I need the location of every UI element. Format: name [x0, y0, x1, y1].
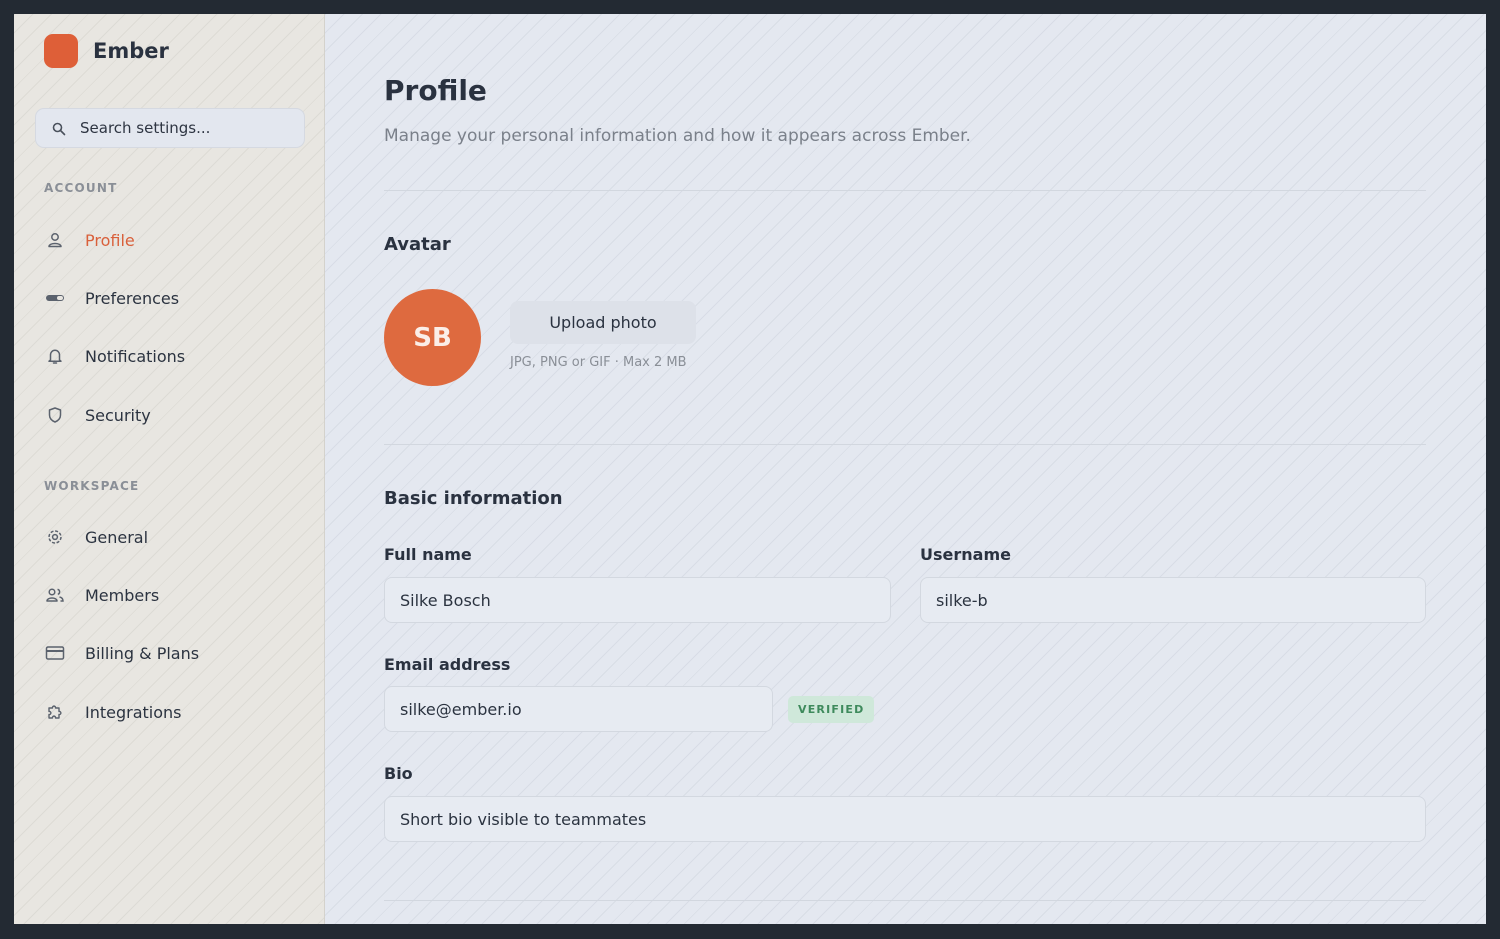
brand: Ember	[44, 34, 169, 68]
credit-card-icon	[44, 642, 66, 664]
sidebar-item-label: General	[85, 527, 149, 547]
sidebar-item-profile[interactable]: Profile	[44, 222, 304, 258]
users-icon	[44, 584, 66, 606]
gear-icon	[44, 526, 66, 548]
sidebar-item-label: Notifications	[85, 346, 186, 366]
full-name-label: Full name	[384, 545, 472, 564]
username-field[interactable]	[920, 577, 1426, 623]
main-content: Profile Manage your personal information…	[325, 14, 1486, 924]
bio-label: Bio	[384, 764, 413, 783]
app-window: Ember ACCOUNT Profile Preferences	[14, 14, 1486, 924]
divider	[384, 444, 1426, 445]
workspace-section-label: WORKSPACE	[44, 479, 140, 493]
sidebar-item-integrations[interactable]: Integrations	[44, 694, 304, 730]
brand-name: Ember	[93, 39, 169, 63]
sidebar-item-label: Billing & Plans	[85, 643, 200, 663]
sidebar: Ember ACCOUNT Profile Preferences	[14, 14, 325, 924]
shield-icon	[44, 404, 66, 426]
divider	[384, 900, 1426, 901]
basic-info-section-title: Basic information	[384, 488, 563, 509]
user-icon	[44, 229, 66, 251]
bio-field[interactable]	[384, 796, 1426, 842]
search-box[interactable]	[35, 108, 305, 148]
bell-icon	[44, 345, 66, 367]
email-field[interactable]	[384, 686, 773, 732]
username-label: Username	[920, 545, 1011, 564]
puzzle-icon	[44, 701, 66, 723]
sidebar-item-members[interactable]: Members	[44, 577, 304, 613]
avatar-section-title: Avatar	[384, 234, 451, 255]
sidebar-item-billing[interactable]: Billing & Plans	[44, 635, 304, 671]
sidebar-item-label: Members	[85, 585, 160, 605]
sidebar-item-general[interactable]: General	[44, 519, 304, 555]
sidebar-item-notifications[interactable]: Notifications	[44, 338, 304, 374]
sidebar-item-label: Integrations	[85, 702, 182, 722]
divider	[384, 190, 1426, 191]
verified-badge: VERIFIED	[788, 696, 875, 723]
account-section-label: ACCOUNT	[44, 181, 118, 195]
search-input[interactable]	[80, 119, 290, 137]
search-icon	[52, 121, 66, 136]
avatar: SB	[384, 289, 481, 386]
sidebar-item-label: Preferences	[85, 288, 180, 308]
toggle-icon	[44, 287, 66, 309]
sidebar-item-label: Security	[85, 405, 151, 425]
page-title: Profile	[384, 74, 487, 107]
sidebar-item-preferences[interactable]: Preferences	[44, 280, 304, 316]
page-subtitle: Manage your personal information and how…	[384, 126, 971, 146]
sidebar-item-label: Profile	[85, 230, 135, 250]
full-name-field[interactable]	[384, 577, 891, 623]
upload-photo-button[interactable]: Upload photo	[510, 301, 696, 344]
ember-logo-icon	[44, 34, 78, 68]
sidebar-item-security[interactable]: Security	[44, 397, 304, 433]
email-label: Email address	[384, 655, 511, 674]
upload-hint: JPG, PNG or GIF · Max 2 MB	[510, 355, 687, 370]
